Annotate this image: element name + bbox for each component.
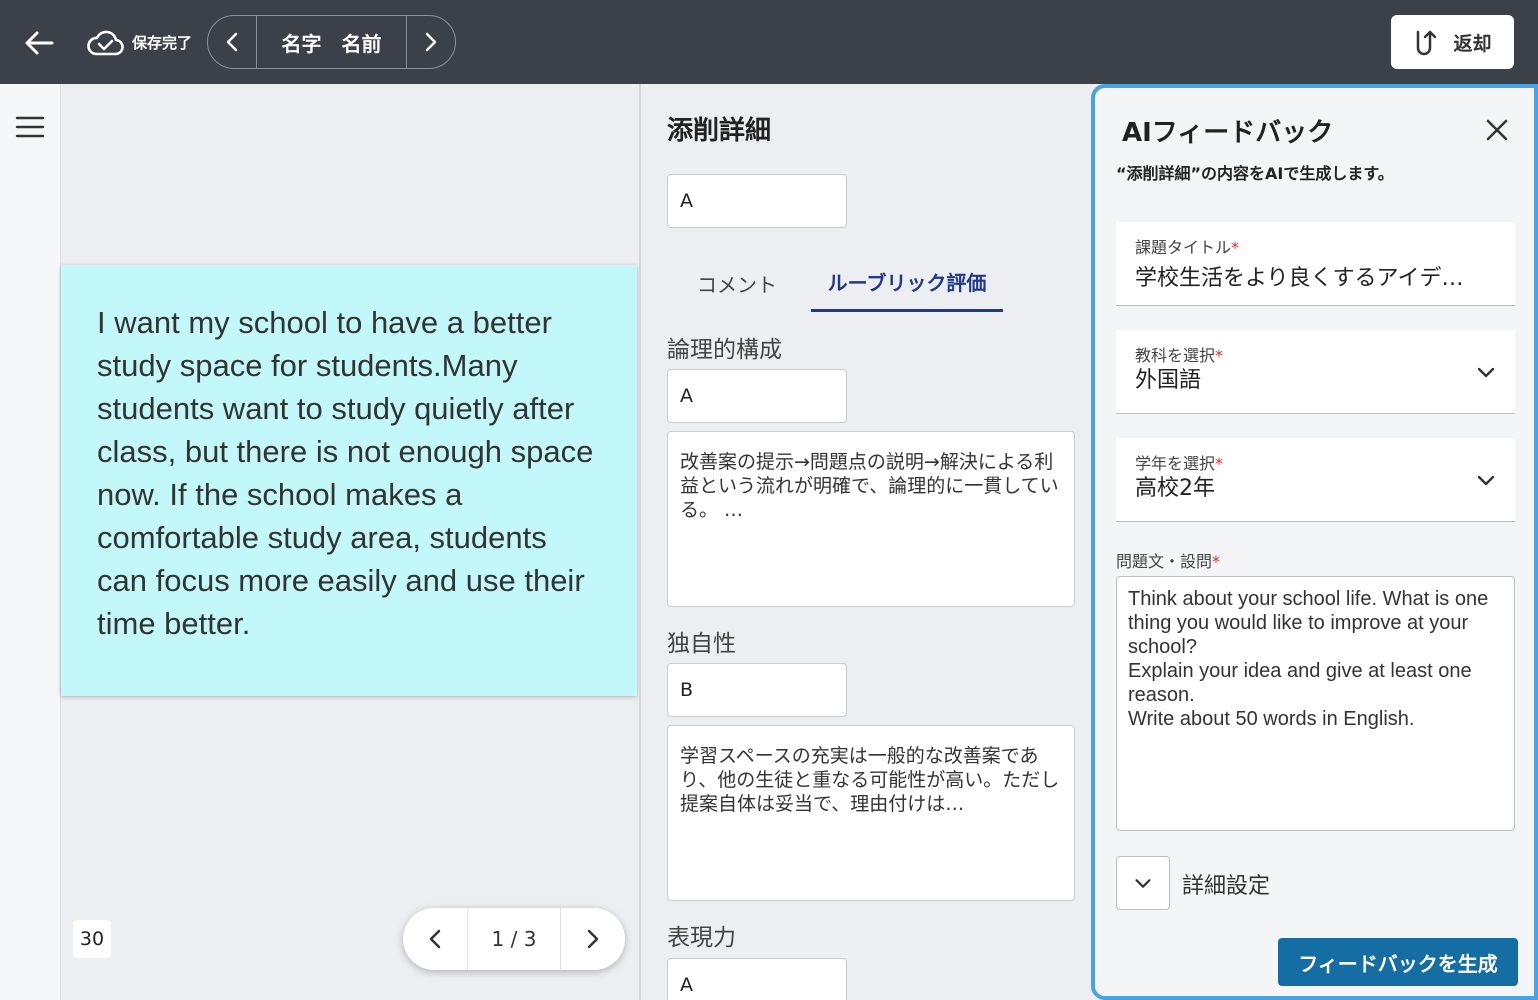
- top-bar: 保存完了 名字 名前 返却: [0, 0, 1538, 84]
- subject-value: 外国語: [1135, 368, 1202, 393]
- detail-settings-label: 詳細設定: [1182, 874, 1271, 899]
- close-button[interactable]: [1481, 114, 1513, 146]
- essay-sticky-note[interactable]: I want my school to have a better study …: [61, 265, 637, 696]
- page-badge: 30: [73, 920, 111, 958]
- rubric-grade-logic[interactable]: A: [667, 369, 847, 423]
- tab-comment[interactable]: コメント: [667, 254, 807, 312]
- back-button[interactable]: [18, 22, 60, 64]
- correction-panel: 添削詳細 A コメント ルーブリック評価 論理的構成 A 改善案の提示→問題点の…: [641, 84, 1091, 1000]
- generate-feedback-button[interactable]: フィードバックを生成: [1278, 938, 1518, 986]
- detail-settings-toggle[interactable]: [1116, 856, 1170, 910]
- save-status-label: 保存完了: [132, 33, 193, 52]
- chevron-left-icon: [429, 929, 441, 949]
- rubric-label-originality: 独自性: [667, 631, 736, 657]
- rubric-label-logic: 論理的構成: [667, 337, 782, 363]
- question-textarea[interactable]: Think about your school life. What is on…: [1116, 576, 1515, 831]
- ai-panel-title: AIフィードバック: [1122, 118, 1334, 148]
- save-status: 保存完了: [86, 24, 192, 60]
- rubric-label-expression: 表現力: [667, 925, 736, 951]
- rubric-comment-logic[interactable]: 改善案の提示→問題点の説明→解決による利益という流れが明確で、論理的に一貫してい…: [667, 431, 1075, 607]
- chevron-left-icon: [226, 32, 238, 52]
- page-pager: 1 / 3: [403, 908, 625, 970]
- chevron-right-icon: [425, 32, 437, 52]
- grade-value: 高校2年: [1135, 476, 1215, 501]
- back-arrow-icon: [25, 31, 54, 55]
- question-label: 問題文・設問*: [1116, 552, 1221, 571]
- chevron-down-icon: [1477, 367, 1495, 378]
- grade-select[interactable]: 学年を選択* 高校2年: [1116, 438, 1515, 522]
- task-title-label: 課題タイトル*: [1135, 238, 1240, 257]
- hamburger-menu-icon[interactable]: [15, 116, 45, 138]
- return-button[interactable]: 返却: [1391, 15, 1514, 69]
- page-indicator: 1 / 3: [467, 908, 561, 970]
- next-page-button[interactable]: [561, 908, 625, 970]
- prev-student-button[interactable]: [208, 16, 256, 68]
- task-title-value: 学校生活をより良くするアイデ…: [1135, 266, 1464, 291]
- ai-feedback-panel: AIフィードバック “添削詳細”の内容をAIで生成します。 課題タイトル* 学校…: [1091, 84, 1538, 1000]
- subject-select[interactable]: 教科を選択* 外国語: [1116, 330, 1515, 414]
- student-name: 名字 名前: [256, 16, 407, 68]
- student-navigator: 名字 名前: [207, 15, 456, 69]
- ai-panel-subtitle: “添削詳細”の内容をAIで生成します。: [1116, 164, 1394, 183]
- rubric-grade-originality[interactable]: B: [667, 663, 847, 717]
- rubric-grade-expression[interactable]: A: [667, 958, 847, 1000]
- chevron-right-icon: [587, 929, 599, 949]
- task-title-field[interactable]: 課題タイトル* 学校生活をより良くするアイデ…: [1116, 222, 1515, 306]
- chevron-down-icon: [1135, 879, 1151, 888]
- overall-grade-field[interactable]: A: [667, 174, 847, 228]
- next-student-button[interactable]: [407, 16, 455, 68]
- cloud-check-icon: [87, 30, 124, 56]
- left-rail: [0, 84, 61, 1000]
- correction-tabs: コメント ルーブリック評価: [667, 254, 1047, 312]
- close-icon: [1486, 119, 1508, 141]
- tab-rubric[interactable]: ルーブリック評価: [811, 254, 1003, 312]
- document-area: I want my school to have a better study …: [61, 84, 639, 1000]
- rubric-comment-originality[interactable]: 学習スペースの充実は一般的な改善案であり、他の生徒と重なる可能性が高い。ただし提…: [667, 725, 1075, 901]
- return-icon: [1417, 30, 1437, 56]
- correction-heading: 添削詳細: [667, 116, 772, 146]
- prev-page-button[interactable]: [403, 908, 467, 970]
- chevron-down-icon: [1477, 475, 1495, 486]
- return-label: 返却: [1453, 32, 1492, 55]
